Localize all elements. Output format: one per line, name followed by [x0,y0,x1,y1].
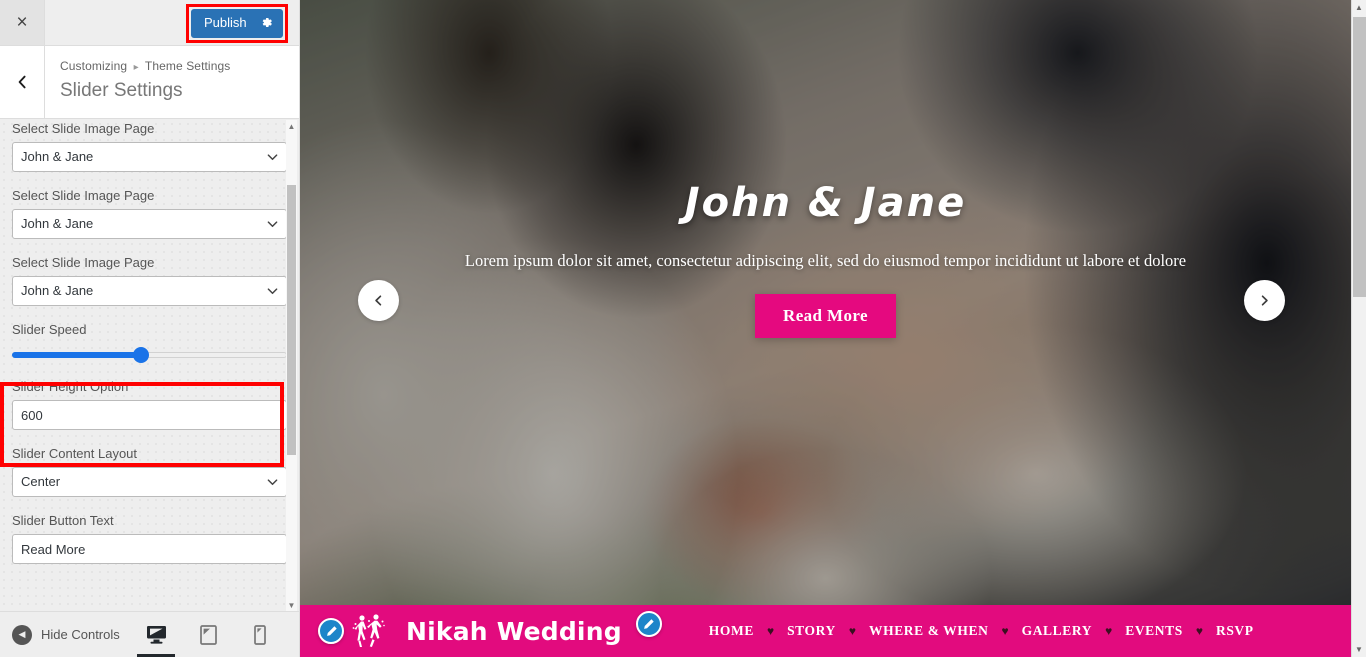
breadcrumb-parent: Theme Settings [144,59,231,73]
heart-icon: ♥ [766,624,775,638]
control-label: Slider Button Text [12,513,114,528]
control-slider-button-text: Slider Button Text [0,512,299,564]
device-tablet-button[interactable] [193,618,223,652]
sidebar-scrollbar-thumb[interactable] [287,185,296,455]
heart-icon: ♥ [1105,624,1113,638]
panel-back-button[interactable] [0,46,45,118]
customizer-sidebar: × Publish Customizing ▸ Theme Settings S… [0,0,300,657]
slider-next-button[interactable] [1244,280,1285,321]
pencil-edit-icon [326,625,337,636]
panel-header: Customizing ▸ Theme Settings Slider Sett… [0,46,299,119]
slider-prev-button[interactable] [358,280,399,321]
pencil-edit-icon [644,618,654,629]
control-label: Select Slide Image Page [12,188,155,203]
control-label: Select Slide Image Page [12,255,155,270]
gear-icon [262,18,272,28]
browser-scrollbar-thumb[interactable] [1353,17,1366,297]
site-nav-item[interactable]: RSVP [1203,623,1267,639]
hide-controls-label: Hide Controls [41,627,120,642]
controls-list: Select Slide Image Page John & Jane Sele… [0,120,299,611]
select-wrapper: Center [12,467,287,497]
desktop-icon [146,626,166,644]
site-nav-item[interactable]: WHERE & WHEN [856,623,1001,639]
publish-button-label: Publish [204,15,247,30]
slider-height-option-input[interactable] [12,400,287,430]
browser-scrollbar[interactable]: ▲ ▼ [1351,0,1366,657]
site-preview-frame[interactable]: John & Jane Lorem ipsum dolor sit amet, … [300,0,1351,657]
device-preview-group [137,618,287,657]
control-label: Slider Content Layout [12,446,138,461]
control-slider-speed: Slider Speed [0,321,299,363]
publish-button[interactable]: Publish [191,9,283,38]
scroll-up-arrow-icon[interactable]: ▲ [1352,0,1366,15]
heart-icon: ♥ [848,624,856,638]
site-nav-item[interactable]: GALLERY [1009,623,1106,639]
collapse-left-icon: ◀ [12,624,32,645]
site-brand[interactable]: Nikah Wedding [348,611,622,651]
select-slide-image-page-2[interactable]: John & Jane [12,209,287,239]
site-primary-menu: HOME ♥ STORY ♥ WHERE & WHEN ♥ GALLERY ♥ … [696,623,1267,639]
control-select-slide-image-page-1: Select Slide Image Page John & Jane [0,120,299,172]
page-title: Slider Settings [60,80,183,101]
slider-content-layout-select[interactable]: Center [12,467,287,497]
device-desktop-button[interactable] [137,618,175,657]
mobile-icon [254,624,266,645]
site-header-bar: Nikah Wedding HOME ♥ STORY ♥ WHERE & WHE… [300,605,1351,657]
breadcrumb-root: Customizing [60,59,128,73]
breadcrumb: Customizing ▸ Theme Settings [60,58,230,76]
heart-icon: ♥ [1195,624,1203,638]
select-wrapper: John & Jane [12,142,287,172]
hero-slider: John & Jane Lorem ipsum dolor sit amet, … [300,0,1351,657]
hero-content: John & Jane Lorem ipsum dolor sit amet, … [300,178,1351,338]
chevron-left-icon [18,75,26,89]
publish-highlight-box: Publish [186,4,288,43]
select-wrapper: John & Jane [12,276,287,306]
select-slide-image-page-3[interactable]: John & Jane [12,276,287,306]
breadcrumb-separator-icon: ▸ [133,62,139,73]
customizer-header: × Publish [0,0,299,46]
hero-description: Lorem ipsum dolor sit amet, consectetur … [464,251,1187,270]
customizer-screen: John & Jane Lorem ipsum dolor sit amet, … [0,0,1366,657]
sidebar-scrollbar[interactable]: ▲ ▼ [286,120,297,611]
scroll-down-arrow-icon[interactable]: ▼ [1352,642,1366,657]
control-label: Slider Speed [12,322,87,337]
slider-speed-input[interactable] [12,347,287,363]
control-label: Slider Height Option [12,379,129,394]
sidebar-footer: ◀ Hide Controls [0,611,299,657]
chevron-left-icon [375,295,382,306]
range-row [12,343,287,363]
control-slider-height-option: Slider Height Option [0,378,299,430]
range-track-fill [12,352,142,358]
close-customizer-button[interactable]: × [0,0,45,45]
heart-icon: ♥ [1001,624,1009,638]
range-thumb[interactable] [133,347,150,363]
control-select-slide-image-page-2: Select Slide Image Page John & Jane [0,187,299,239]
edit-logo-shortcut-button[interactable] [318,618,344,644]
site-nav-item[interactable]: EVENTS [1112,623,1196,639]
scroll-up-arrow-icon[interactable]: ▲ [286,120,297,132]
hide-controls-button[interactable]: ◀ Hide Controls [12,624,120,645]
control-select-slide-image-page-3: Select Slide Image Page John & Jane [0,254,299,306]
slider-button-text-input[interactable] [12,534,287,564]
site-nav-item[interactable]: STORY [774,623,849,639]
site-brand-name: Nikah Wedding [406,616,622,646]
site-nav-item[interactable]: HOME [696,623,767,639]
scroll-down-arrow-icon[interactable]: ▼ [286,599,297,611]
control-label: Select Slide Image Page [12,121,155,136]
select-wrapper: John & Jane [12,209,287,239]
device-mobile-button[interactable] [245,618,275,652]
hero-title: John & Jane [684,180,967,226]
tablet-icon [199,624,217,645]
dancing-couple-icon [352,614,385,647]
control-slider-content-layout: Slider Content Layout Center [0,445,299,497]
panel-title-group: Customizing ▸ Theme Settings Slider Sett… [45,46,230,118]
edit-menu-shortcut-button[interactable] [635,611,662,637]
select-slide-image-page-1[interactable]: John & Jane [12,142,287,172]
chevron-right-icon [1261,295,1268,306]
hero-read-more-button[interactable]: Read More [755,294,896,338]
